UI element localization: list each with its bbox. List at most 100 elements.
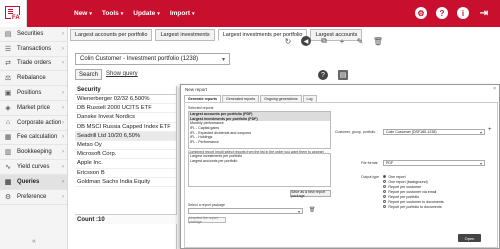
nav-tools-label: Tools <box>101 10 119 17</box>
list-item[interactable]: Largest accounts per portfolio <box>189 159 330 164</box>
curve-icon: ∿ <box>5 164 11 172</box>
search-button[interactable]: Search <box>75 69 102 80</box>
table-header-security[interactable]: Security <box>75 86 176 95</box>
radio-report-per-customer-documents[interactable]: Report per customer to documents <box>383 199 444 204</box>
sidebar-item-trade-orders[interactable]: ⇄ Trade orders › <box>0 57 67 72</box>
chevron-right-icon: › <box>62 178 64 185</box>
sidebar-item-rebalance[interactable]: ⚖ Rebalance <box>0 71 67 87</box>
table-row[interactable]: DB Russell 2000 UCITS ETF <box>75 104 176 114</box>
sidebar-item-label: Trade orders <box>17 60 52 67</box>
sidebar-item-positions[interactable]: ▣ Positions › <box>0 86 67 101</box>
file-format-select[interactable]: PDF ▾ <box>383 160 485 166</box>
copy-icon[interactable]: ⧉ <box>319 36 329 46</box>
radio-dot <box>383 189 387 194</box>
sidebar: ▤ Securities › ☰ Transactions › ⇄ Trade order… <box>0 27 68 249</box>
radio-dot <box>383 199 387 204</box>
chevron-right-icon: › <box>62 149 64 156</box>
radio-report-per-customer-email[interactable]: Report per customer via email <box>383 189 444 194</box>
portfolio-select[interactable]: Colin Customer - Investment portfolio (1… <box>75 53 230 65</box>
close-icon[interactable]: × <box>493 86 496 92</box>
edit-icon[interactable]: ✎ <box>355 36 365 46</box>
sidebar-item-transactions[interactable]: ☰ Transactions › <box>0 42 67 57</box>
radio-dot <box>383 179 387 184</box>
dialog-title: New report <box>185 87 208 92</box>
file-format-value: PDF <box>386 161 394 165</box>
radio-dot <box>383 194 387 199</box>
chevron-down-icon: ▾ <box>221 56 225 63</box>
app-logo[interactable]: FA <box>0 0 27 27</box>
sidebar-item-queries[interactable]: ▦ Queries › <box>0 174 67 190</box>
main-right-icons: ? ▤ <box>318 70 348 80</box>
sidebar-item-label: Securities <box>17 30 44 37</box>
nav-update[interactable]: Update ▾ <box>133 10 160 17</box>
save-report-package-button[interactable]: Save as a new report package <box>290 190 331 198</box>
help-icon[interactable]: ? <box>318 70 328 80</box>
unselect-package-button[interactable]: Unselect the report package <box>188 216 226 224</box>
combined-report-list[interactable]: Largest investments per portfolio Larges… <box>188 153 331 187</box>
new-report-dialog: New report × Generate reports Generated … <box>180 84 500 249</box>
radio-label: Report per customer to documents <box>388 199 444 204</box>
nav-update-label: Update <box>133 10 156 17</box>
nav-tools[interactable]: Tools ▾ <box>102 10 123 17</box>
chevron-right-icon: › <box>62 104 64 111</box>
add-icon[interactable]: + <box>337 36 347 46</box>
nav-new[interactable]: New ▾ <box>74 10 92 17</box>
grid-icon: ▦ <box>4 178 12 186</box>
customer-select-value: Colin Customer (DSF185-1238) <box>386 130 437 134</box>
table-row[interactable]: Seadrill Ltd 10/20 6,50% <box>75 131 176 141</box>
sidebar-item-label: Corporate action <box>17 119 62 126</box>
table-row[interactable]: Ericsson B <box>75 169 176 178</box>
chevron-down-icon: ▾ <box>89 10 92 17</box>
sidebar-item-label: Market price <box>17 104 51 111</box>
logout-icon[interactable]: ⇥ <box>478 7 490 19</box>
sidebar-item-label: Yield curves <box>17 164 50 171</box>
sidebar-collapse-button[interactable]: « <box>0 238 68 245</box>
table-row[interactable]: Goldman Sachs India Equity <box>75 178 176 187</box>
delete-package-icon[interactable]: 🗑 <box>309 207 315 213</box>
table-row[interactable]: Metso Oy <box>75 141 176 151</box>
tab-largest-investments[interactable]: Largest investments <box>155 29 215 41</box>
table-row[interactable]: DB MSCI Russia Capped Index ETF <box>75 123 176 132</box>
sidebar-item-preference[interactable]: ⚙ Preference › <box>0 190 67 205</box>
table-row[interactable]: Apple Inc. <box>75 159 176 169</box>
sidebar-item-corporate-action[interactable]: ⌂ Corporate action › <box>0 116 67 131</box>
tab-largest-accounts-per-portfolio[interactable]: Largest accounts per portfolio <box>70 29 153 41</box>
sidebar-item-securities[interactable]: ▤ Securities › <box>0 27 67 42</box>
help-icon[interactable]: ? <box>436 7 448 19</box>
securities-table: Security Wienerberger 02/32 6,500% DB Ru… <box>75 86 177 249</box>
chevron-down-icon: ▾ <box>192 10 195 17</box>
chevron-right-icon: › <box>62 119 64 126</box>
report-package-select[interactable]: ▾ <box>188 208 303 214</box>
output-type-radio-group: One report One report (background) Repor… <box>383 174 444 209</box>
calculator-icon: ▦ <box>4 134 12 142</box>
list-item[interactable]: IFL - Performance <box>189 140 330 145</box>
document-icon: ▤ <box>4 30 12 38</box>
back-icon[interactable]: ◀ <box>301 36 311 46</box>
table-row[interactable]: Danske Invest Nordics <box>75 113 176 123</box>
sidebar-item-market-price[interactable]: ◈ Market price › <box>0 101 67 116</box>
tag-icon: ◈ <box>5 104 11 112</box>
print-icon[interactable]: ▤ <box>338 70 348 80</box>
show-query-link[interactable]: Show query <box>106 71 138 77</box>
settings-icon[interactable]: ⚙ <box>415 7 427 19</box>
sidebar-item-bookkeeping[interactable]: ▥ Bookkeeping › <box>0 145 67 161</box>
customer-select[interactable]: Colin Customer (DSF185-1238) ▾ <box>383 129 485 135</box>
add-customer-icon[interactable]: + <box>488 127 492 133</box>
sidebar-item-label: Transactions <box>17 45 52 52</box>
refresh-icon[interactable]: ↻ <box>283 36 293 46</box>
sidebar-item-label: Queries <box>17 178 40 185</box>
sidebar-item-fee-calculation[interactable]: ▦ Fee calculation › <box>0 131 67 146</box>
table-row[interactable]: Microsoft Corp. <box>75 150 176 160</box>
chevron-down-icon: ▾ <box>297 209 300 214</box>
open-button[interactable]: Open <box>458 234 481 242</box>
select-package-label: Select a report package <box>188 203 225 207</box>
chevron-down-icon: ▾ <box>479 160 482 166</box>
sidebar-item-yield-curves[interactable]: ∿ Yield curves › <box>0 160 67 175</box>
delete-icon[interactable]: 🗑 <box>373 36 383 46</box>
file-format-label: File format <box>361 161 378 165</box>
nav-import[interactable]: Import ▾ <box>170 10 195 17</box>
reports-list[interactable]: Largest accounts per portfolio (PDF) Lar… <box>188 111 331 149</box>
table-row[interactable]: Wienerberger 02/32 6,500% <box>75 95 176 105</box>
info-icon[interactable]: i <box>457 7 469 19</box>
radio-report-per-portfolio-documents[interactable]: Report per portfolio to documents <box>383 204 444 209</box>
